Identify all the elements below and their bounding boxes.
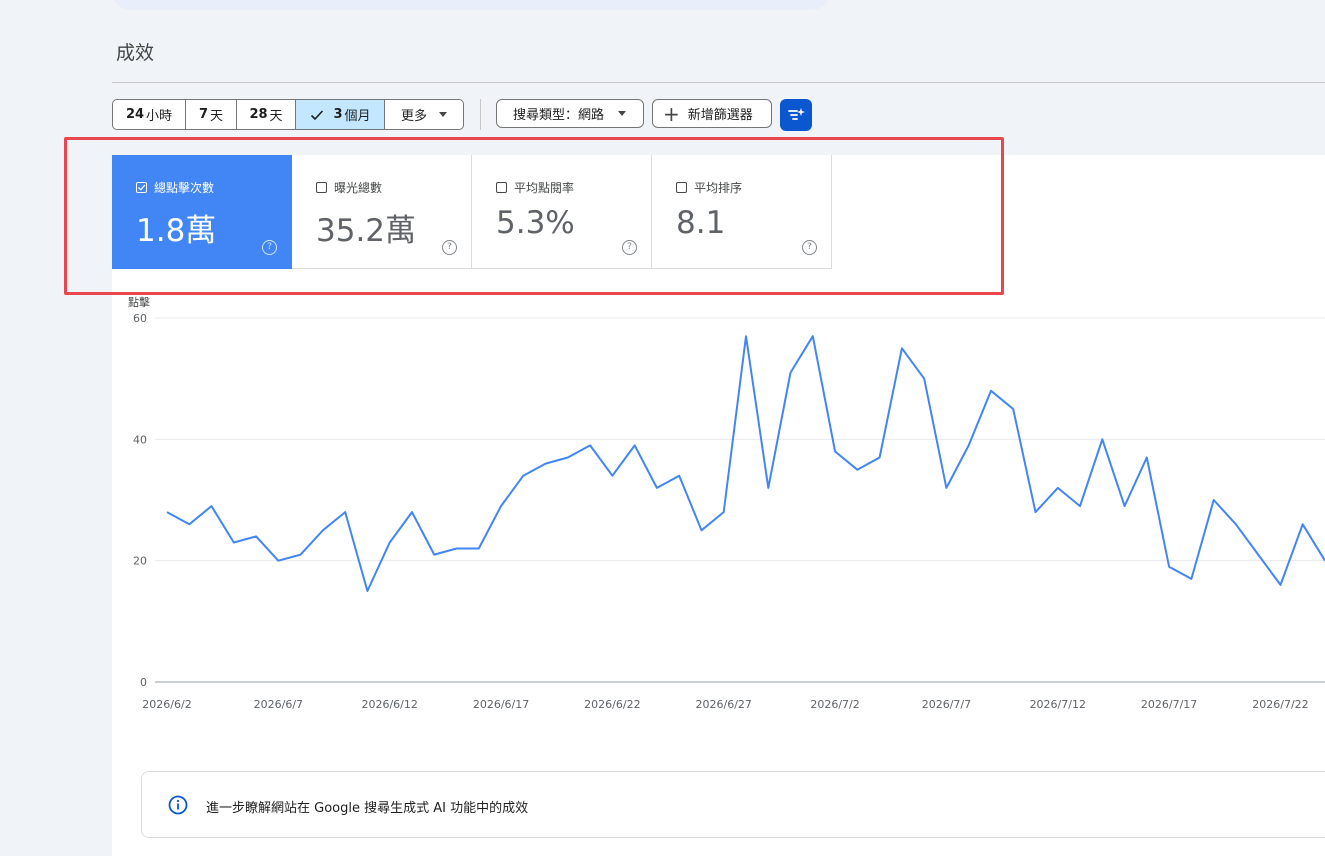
data-point [322, 529, 324, 531]
data-point [678, 475, 680, 477]
data-point [344, 511, 346, 513]
data-point [233, 541, 235, 543]
x-tick-label: 2026/6/27 [696, 698, 752, 711]
data-point [812, 335, 814, 337]
clicks-line-chart: 0 20 40 60 2026/6/2 2026/6/7 2026/6/12 2026/6/1… [133, 312, 1325, 711]
x-tick-label: 2026/6/17 [473, 698, 529, 711]
data-point [433, 554, 435, 556]
data-point [700, 529, 702, 531]
x-tick-label: 2026/6/2 [142, 698, 191, 711]
data-point [456, 548, 458, 550]
data-point [1146, 457, 1148, 459]
x-tick-label: 2026/6/12 [361, 698, 417, 711]
x-tick-label: 2026/7/12 [1030, 698, 1086, 711]
data-point [389, 541, 391, 543]
x-tick-label: 2026/6/22 [584, 698, 640, 711]
data-point [411, 511, 413, 513]
data-point [166, 511, 168, 513]
data-point [1124, 505, 1126, 507]
data-point [923, 378, 925, 380]
data-point [478, 548, 480, 550]
data-point [656, 487, 658, 489]
data-point [1035, 511, 1037, 513]
data-point [834, 450, 836, 452]
data-point [1079, 505, 1081, 507]
data-point [767, 487, 769, 489]
data-point [366, 590, 368, 592]
x-tick-label: 2026/6/7 [254, 698, 303, 711]
data-point [1190, 578, 1192, 580]
data-point [879, 457, 881, 459]
info-card[interactable]: 進一步瞭解網站在 Google 搜尋生成式 AI 功能中的成效 [141, 771, 1325, 838]
data-point [723, 511, 725, 513]
data-point [634, 444, 636, 446]
data-point [567, 457, 569, 459]
y-tick-label: 20 [133, 555, 147, 568]
data-point [188, 523, 190, 525]
data-point [790, 372, 792, 374]
data-point [300, 554, 302, 556]
clicks-series-line [166, 335, 1325, 592]
y-tick-label: 0 [140, 676, 147, 689]
data-point [856, 469, 858, 471]
data-point [1257, 554, 1259, 556]
data-point [1057, 487, 1059, 489]
data-point [545, 463, 547, 465]
data-point [990, 390, 992, 392]
data-point [277, 560, 279, 562]
data-point [255, 535, 257, 537]
data-point [901, 347, 903, 349]
data-point [1101, 438, 1103, 440]
data-point [211, 505, 213, 507]
data-point [968, 444, 970, 446]
x-tick-label: 2026/7/2 [810, 698, 859, 711]
data-point [611, 475, 613, 477]
data-point [522, 475, 524, 477]
info-icon [168, 795, 188, 815]
data-point [1168, 566, 1170, 568]
y-tick-label: 60 [133, 312, 147, 325]
data-point [1235, 523, 1237, 525]
info-text: 進一步瞭解網站在 Google 搜尋生成式 AI 功能中的成效 [206, 801, 529, 816]
y-tick-label: 40 [133, 433, 147, 446]
data-point [1012, 408, 1014, 410]
data-point [745, 335, 747, 337]
data-point [500, 505, 502, 507]
data-point [1213, 499, 1215, 501]
x-tick-label: 2026/7/7 [922, 698, 971, 711]
x-tick-label: 2026/7/17 [1141, 698, 1197, 711]
data-point [1302, 523, 1304, 525]
data-point [1279, 584, 1281, 586]
data-point [945, 487, 947, 489]
data-point [589, 444, 591, 446]
x-tick-label: 2026/7/22 [1252, 698, 1308, 711]
